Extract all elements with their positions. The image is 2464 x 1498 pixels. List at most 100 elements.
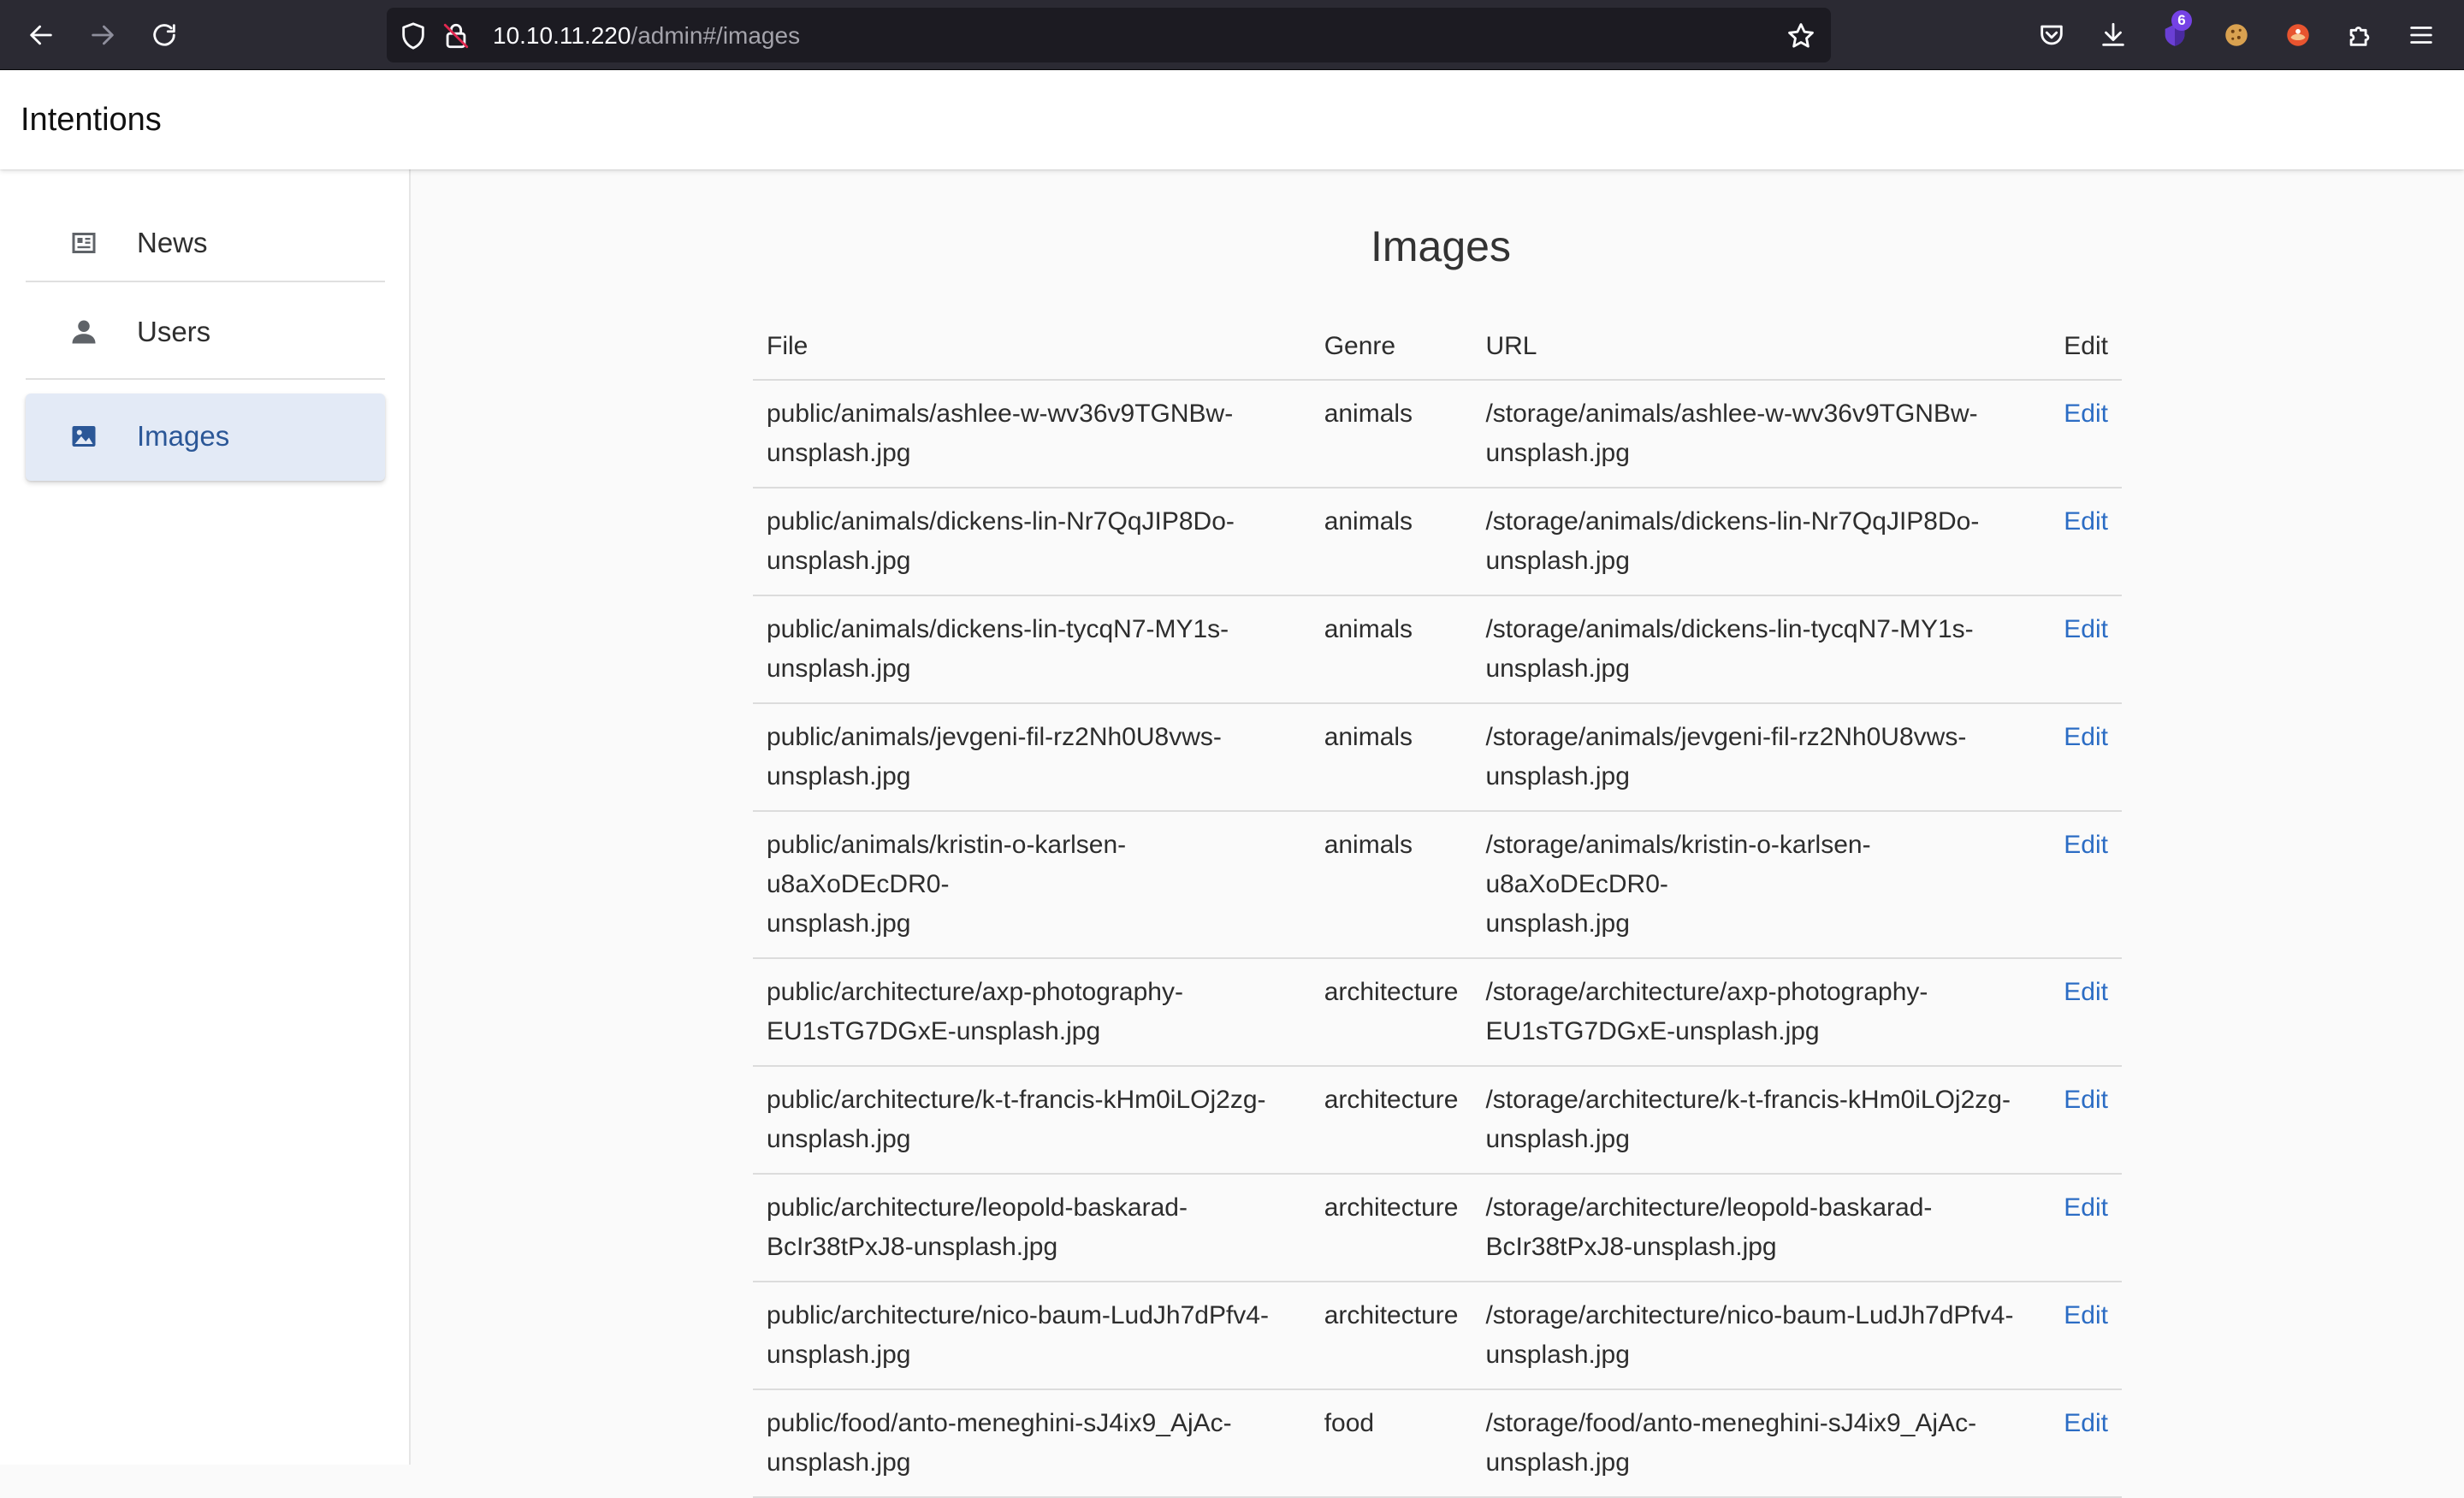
url-line: /storage/animals/ashlee-w-wv36v9TGNBw- — [1485, 400, 1978, 428]
file-line: BcIr38tPxJ8-unsplash.jpg — [767, 1233, 1058, 1261]
file-line: public/architecture/leopold-baskarad- — [767, 1193, 1188, 1222]
table-row: public/architecture/nico-baum-LudJh7dPfv… — [753, 1282, 2122, 1390]
file-line: unsplash.jpg — [767, 1448, 911, 1477]
fox-icon — [2287, 24, 2309, 46]
forward-button[interactable] — [80, 13, 125, 57]
url-line: unsplash.jpg — [1485, 1448, 1630, 1477]
file-line: unsplash.jpg — [767, 1125, 911, 1153]
file-line: unsplash.jpg — [767, 762, 911, 790]
sidebar-item-label: Images — [137, 420, 230, 452]
cell-genre: food — [1310, 1389, 1472, 1498]
pocket-button[interactable] — [2029, 13, 2074, 57]
cell-edit: Edit — [2050, 1066, 2122, 1175]
cell-genre: architecture — [1310, 1174, 1472, 1282]
edit-link[interactable]: Edit — [2064, 978, 2108, 1006]
table-row: public/animals/jevgeni-fil-rz2Nh0U8vws-u… — [753, 703, 2122, 812]
url-line: unsplash.jpg — [1485, 547, 1630, 575]
file-line: public/animals/dickens-lin-tycqN7-MY1s- — [767, 615, 1229, 643]
file-line: public/food/anto-meneghini-sJ4ix9_AjAc- — [767, 1409, 1232, 1437]
file-line: unsplash.jpg — [767, 439, 911, 467]
cell-edit: Edit — [2050, 811, 2122, 959]
cell-url: /storage/animals/ashlee-w-wv36v9TGNBw-un… — [1472, 380, 2051, 488]
url-line: unsplash.jpg — [1485, 1341, 1630, 1369]
file-line: public/animals/kristin-o-karlsen-u8aXoDE… — [767, 831, 1127, 898]
newspaper-icon — [72, 233, 96, 253]
cell-url: /storage/architecture/axp-photography- EU… — [1472, 958, 2051, 1067]
edit-link[interactable]: Edit — [2064, 507, 2108, 536]
column-header-file: File — [753, 313, 1311, 381]
sidebar-item-news[interactable]: News — [26, 202, 385, 282]
cell-genre: animals — [1310, 811, 1472, 959]
file-line: public/animals/jevgeni-fil-rz2Nh0U8vws- — [767, 723, 1222, 751]
edit-link[interactable]: Edit — [2064, 723, 2108, 751]
url-line: /storage/animals/jevgeni-fil-rz2Nh0U8vws… — [1485, 723, 1967, 751]
column-header-edit: Edit — [2050, 313, 2122, 381]
cell-file: public/animals/dickens-lin-Nr7QqJIP8Do-u… — [753, 488, 1311, 596]
url-line: /storage/architecture/k-t-francis-kHm0iL… — [1485, 1086, 2011, 1114]
app-title: Intentions — [21, 102, 162, 138]
table-row: public/architecture/leopold-baskarad- BcI… — [753, 1174, 2122, 1282]
edit-link[interactable]: Edit — [2064, 831, 2108, 859]
cell-file: public/architecture/nico-baum-LudJh7dPfv… — [753, 1282, 1311, 1390]
sidebar-item-label: News — [137, 227, 208, 258]
file-line: public/architecture/axp-photography- — [767, 978, 1183, 1006]
edit-link[interactable]: Edit — [2064, 1409, 2108, 1437]
cookie-icon — [2225, 24, 2248, 46]
cell-genre: animals — [1310, 488, 1472, 596]
cell-url: /storage/architecture/nico-baum-LudJh7dP… — [1472, 1282, 2051, 1390]
cell-genre: architecture — [1310, 1066, 1472, 1175]
extension-badge: 6 — [2171, 10, 2192, 31]
url-path: /admin#/images — [631, 22, 801, 49]
column-header-genre: Genre — [1310, 313, 1472, 381]
address-bar[interactable]: 10.10.11.220/admin#/images — [387, 8, 1831, 62]
sidebar-item-images[interactable]: Images — [26, 394, 385, 481]
bookmark-star-icon[interactable] — [1786, 21, 1815, 50]
cell-edit: Edit — [2050, 958, 2122, 1067]
page-title: Images — [1371, 222, 1511, 270]
cell-genre: animals — [1310, 703, 1472, 812]
downloads-button[interactable] — [2091, 13, 2135, 57]
images-table: File Genre URL Edit public/animals/ashle… — [753, 313, 2122, 1498]
edit-link[interactable]: Edit — [2064, 400, 2108, 428]
url-line: BcIr38tPxJ8-unsplash.jpg — [1485, 1233, 1777, 1261]
cell-file: public/architecture/k-t-francis-kHm0iLOj… — [753, 1066, 1311, 1175]
file-line: public/animals/ashlee-w-wv36v9TGNBw- — [767, 400, 1234, 428]
cell-edit: Edit — [2050, 703, 2122, 812]
main-content: Images File Genre URL Edit public/animal… — [412, 169, 2464, 1498]
url-line: /storage/animals/dickens-lin-Nr7QqJIP8Do… — [1485, 507, 1980, 536]
table-row: public/animals/dickens-lin-tycqN7-MY1s-u… — [753, 595, 2122, 704]
url-line: unsplash.jpg — [1485, 654, 1630, 683]
menu-button[interactable] — [2399, 13, 2443, 57]
edit-link[interactable]: Edit — [2064, 1086, 2108, 1114]
insecure-lock-icon[interactable] — [441, 21, 471, 50]
cell-edit: Edit — [2050, 1389, 2122, 1498]
app-header: Intentions — [0, 70, 2464, 169]
table-row: public/architecture/k-t-francis-kHm0iLOj… — [753, 1066, 2122, 1175]
reload-icon — [153, 24, 175, 46]
cell-file: public/animals/dickens-lin-tycqN7-MY1s-u… — [753, 595, 1311, 704]
hamburger-menu-icon — [2410, 27, 2432, 44]
table-row: public/animals/ashlee-w-wv36v9TGNBw-unsp… — [753, 380, 2122, 488]
download-icon — [2102, 22, 2124, 46]
edit-link[interactable]: Edit — [2064, 615, 2108, 643]
cell-file: public/food/anto-meneghini-sJ4ix9_AjAc-u… — [753, 1389, 1311, 1498]
file-line: unsplash.jpg — [767, 909, 911, 938]
reload-button[interactable] — [142, 13, 187, 57]
url-text[interactable]: 10.10.11.220/admin#/images — [493, 21, 800, 50]
edit-link[interactable]: Edit — [2064, 1301, 2108, 1329]
shield-icon[interactable] — [399, 21, 428, 50]
extensions-button[interactable] — [2337, 13, 2382, 57]
cell-url: /storage/architecture/leopold-baskarad- B… — [1472, 1174, 2051, 1282]
cell-file: public/architecture/axp-photography- EU1s… — [753, 958, 1311, 1067]
cell-url: /storage/animals/dickens-lin-Nr7QqJIP8Do… — [1472, 488, 2051, 596]
cookie-extension-button[interactable] — [2214, 13, 2259, 57]
foxyproxy-extension-button[interactable] — [2276, 13, 2320, 57]
sidebar-item-users[interactable]: Users — [26, 284, 385, 380]
edit-link[interactable]: Edit — [2064, 1193, 2108, 1222]
arrow-right-icon — [92, 25, 114, 45]
back-button[interactable] — [19, 13, 63, 57]
file-line: unsplash.jpg — [767, 1341, 911, 1369]
table-row: public/animals/kristin-o-karlsen-u8aXoDE… — [753, 811, 2122, 959]
image-icon — [72, 426, 96, 447]
cell-url: /storage/animals/kristin-o-karlsen-u8aXo… — [1472, 811, 2051, 959]
